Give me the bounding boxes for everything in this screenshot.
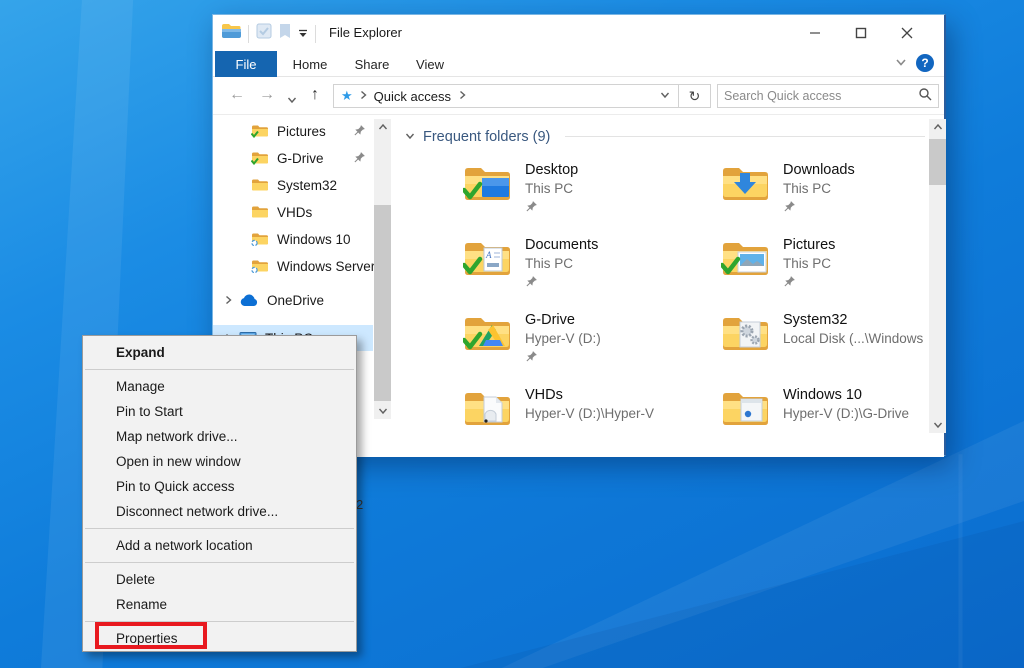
breadcrumb[interactable]: Quick access [374,89,451,104]
titlebar[interactable]: File Explorer [213,15,944,51]
maximize-button[interactable] [838,15,884,51]
context-menu: Expand Manage Pin to Start Map network d… [82,335,357,652]
divider [565,136,925,137]
tab-file[interactable]: File [215,51,277,77]
menu-item-rename[interactable]: Rename [83,592,356,617]
menu-item-map-network-drive[interactable]: Map network drive... [83,424,356,449]
sidebar-item-windows-server[interactable]: Windows Server [213,253,373,279]
qat-newfolder-icon[interactable] [279,23,291,44]
scroll-up-icon[interactable] [374,122,391,132]
main-scrollbar[interactable] [929,119,946,433]
menu-item-pin-to-quick-access[interactable]: Pin to Quick access [83,474,356,499]
folder-check-icon [251,124,269,138]
qat-properties-icon[interactable] [256,23,272,44]
divider [315,25,316,43]
sidebar-item-pictures[interactable]: Pictures [213,118,373,144]
vhds-folder-icon [463,388,511,428]
scroll-up-icon[interactable] [929,122,946,132]
quick-access-star-icon: ★ [341,88,353,104]
folder-check-icon [251,151,269,165]
menu-item-manage[interactable]: Manage [83,374,356,399]
desktop-folder-icon [463,163,511,203]
documents-folder-icon: A [463,238,511,278]
menu-item-add-network-location[interactable]: Add a network location [83,533,356,558]
scrollbar-thumb[interactable] [929,139,946,185]
downloads-folder-icon [721,163,769,203]
back-button[interactable]: ← [229,85,245,105]
section-header[interactable]: Frequent folders (9) [423,129,550,145]
menu-separator [85,562,354,563]
help-icon[interactable]: ? [916,54,934,72]
folder-sync-icon [251,232,269,246]
menu-item-properties[interactable]: Properties [83,626,356,651]
refresh-button[interactable]: ↻ [679,84,711,108]
address-bar[interactable]: ★ Quick access [333,84,679,108]
pictures-folder-icon [721,238,769,278]
scroll-down-icon[interactable] [929,420,946,430]
onedrive-cloud-icon [239,294,259,307]
up-button[interactable]: ↑ [311,85,319,105]
desktop-wallpaper: File Explorer File Home Share View ? ← →… [0,0,1024,668]
tile-documents[interactable]: A Documents This PC [463,236,721,311]
menu-item-expand[interactable]: Expand [83,340,356,365]
sidebar-item-onedrive[interactable]: OneDrive [213,287,373,313]
folder-view: Frequent folders (9) Desktop This PC [393,115,931,457]
address-dropdown-chevron-icon[interactable] [660,87,670,105]
search-icon[interactable] [918,87,932,106]
folder-icon [251,178,269,192]
sidebar-item-gdrive[interactable]: G-Drive [213,145,373,171]
svg-text:A: A [485,250,492,260]
system32-folder-icon [721,313,769,353]
folder-sync-icon [251,259,269,273]
close-button[interactable] [884,15,930,51]
ribbon-tab-bar: File Home Share View ? [213,51,944,77]
expand-ribbon-chevron-icon[interactable] [896,54,906,72]
tab-home[interactable]: Home [288,51,332,77]
tile-desktop[interactable]: Desktop This PC [463,161,721,236]
windows10-folder-icon [721,388,769,428]
tile-gdrive[interactable]: G-Drive Hyper-V (D:) [463,311,721,386]
search-input[interactable] [718,89,918,103]
forward-button[interactable]: → [259,85,275,105]
breadcrumb-chevron-icon[interactable] [358,87,368,105]
menu-item-disconnect-network-drive[interactable]: Disconnect network drive... [83,499,356,524]
pin-icon [783,275,835,293]
sidebar-scrollbar[interactable] [374,119,391,419]
qat-customize-chevron-icon[interactable] [298,25,308,43]
menu-separator [85,621,354,622]
divider [248,25,249,43]
scroll-down-icon[interactable] [374,406,391,416]
sidebar-text-fragment: 2 [356,497,363,512]
tab-share[interactable]: Share [350,51,394,77]
scrollbar-thumb[interactable] [374,205,391,401]
menu-item-open-in-new-window[interactable]: Open in new window [83,449,356,474]
minimize-button[interactable] [792,15,838,51]
gdrive-folder-icon [463,313,511,353]
sidebar-item-system32[interactable]: System32 [213,172,373,198]
chevron-right-icon[interactable] [223,293,233,308]
pin-icon [525,275,598,293]
window-title: File Explorer [329,25,402,40]
search-box[interactable] [717,84,939,108]
tab-view[interactable]: View [409,51,451,77]
file-explorer-icon [221,23,241,44]
breadcrumb-chevron-icon[interactable] [457,87,467,105]
pin-icon [353,124,366,140]
frequent-folders-grid: Desktop This PC Downloads This PC [463,161,979,461]
sidebar-item-windows10[interactable]: Windows 10 [213,226,373,252]
recent-locations-chevron-icon[interactable] [287,92,297,110]
menu-separator [85,528,354,529]
navigation-bar: ← → ↑ ★ Quick access ↻ [213,77,944,115]
collapse-section-chevron-icon[interactable] [405,128,415,146]
menu-item-delete[interactable]: Delete [83,567,356,592]
pin-icon [783,200,855,218]
pin-icon [353,151,366,167]
folder-icon [251,205,269,219]
sidebar-item-vhds[interactable]: VHDs [213,199,373,225]
pin-icon [525,350,601,368]
menu-item-pin-to-start[interactable]: Pin to Start [83,399,356,424]
tile-vhds[interactable]: VHDs Hyper-V (D:)\Hyper-V [463,386,721,461]
pin-icon [525,200,578,218]
menu-separator [85,369,354,370]
